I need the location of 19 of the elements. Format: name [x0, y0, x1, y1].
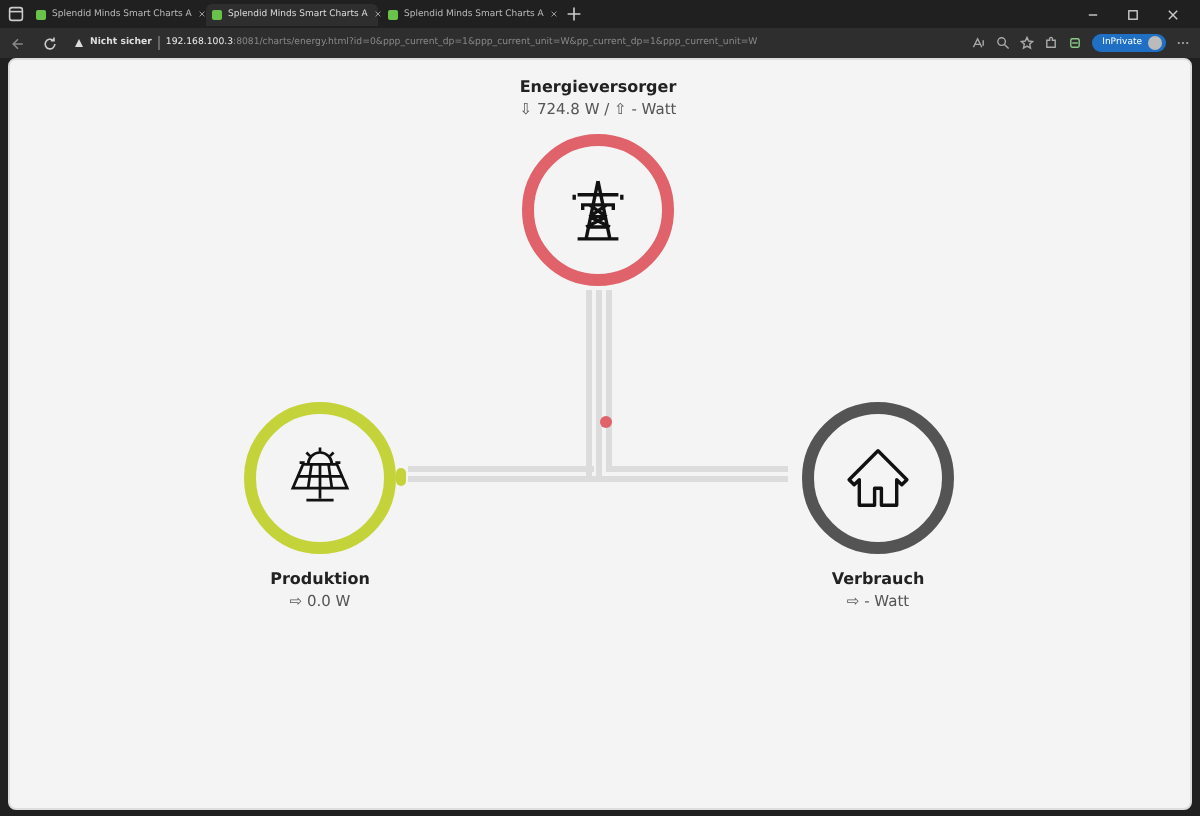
node-title: Energieversorger [517, 76, 679, 98]
extensions-icon[interactable] [1044, 36, 1059, 50]
warning-icon [74, 38, 84, 48]
restore-icon[interactable] [1126, 7, 1140, 21]
collections-icon[interactable] [1068, 36, 1083, 50]
read-aloud-icon[interactable] [972, 36, 987, 50]
back-icon[interactable] [10, 35, 26, 51]
house-icon [844, 444, 912, 512]
node-title: Verbrauch [829, 568, 927, 590]
tab-close-icon[interactable] [197, 10, 206, 18]
flow-dot [600, 416, 612, 428]
tab-actions-icon[interactable] [8, 6, 24, 22]
tab-close-icon[interactable] [373, 10, 382, 18]
reload-icon[interactable] [42, 35, 58, 51]
favorite-star-icon[interactable] [1020, 36, 1035, 50]
close-icon[interactable] [1166, 7, 1180, 21]
zoom-icon[interactable] [996, 36, 1011, 50]
node-title: Produktion [268, 568, 372, 590]
tab-close-icon[interactable] [549, 10, 558, 18]
